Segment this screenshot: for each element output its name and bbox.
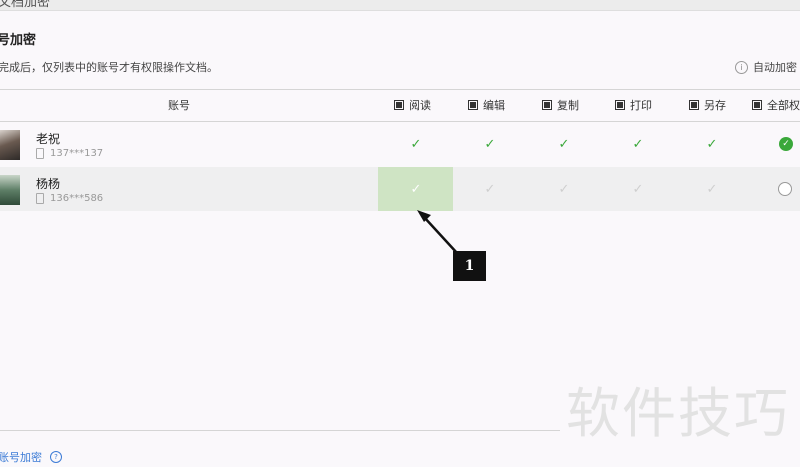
footer-divider [0,430,560,431]
watermark-text: 软件技巧 [566,382,790,445]
add-account-link[interactable]: 账号加密 ? [0,449,62,465]
question-icon[interactable]: ? [50,451,62,463]
annotation-callout: 1 [453,251,486,281]
